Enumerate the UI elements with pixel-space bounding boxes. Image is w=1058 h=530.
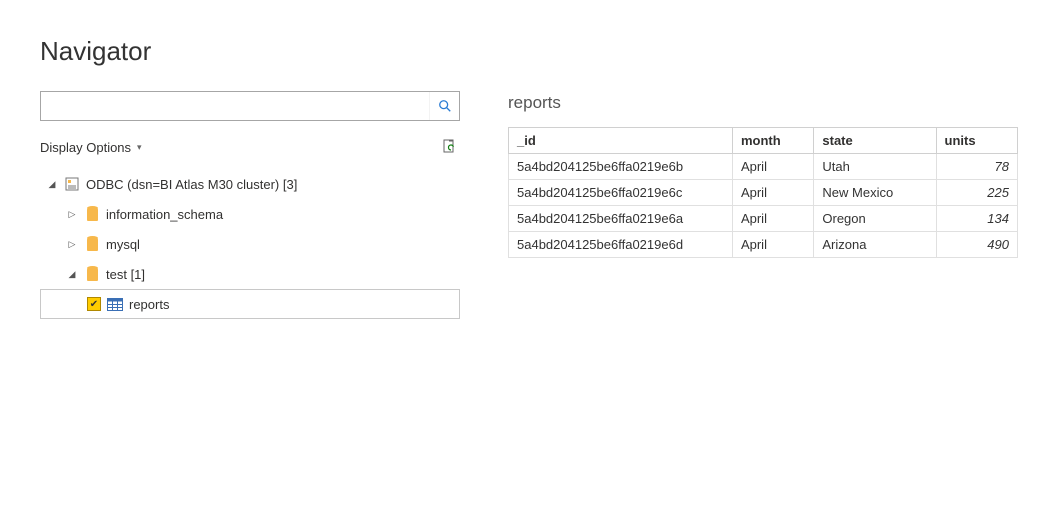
column-header-units[interactable]: units (936, 128, 1017, 154)
table-row[interactable]: 5a4bd204125be6ffa0219e6b April Utah 78 (509, 154, 1018, 180)
tree-label: information_schema (106, 207, 223, 222)
cell-units: 490 (936, 232, 1017, 258)
chevron-down-icon: ▾ (137, 142, 145, 153)
tree-label: mysql (106, 237, 140, 252)
display-options-label: Display Options (40, 140, 131, 155)
table-row[interactable]: 5a4bd204125be6ffa0219e6a April Oregon 13… (509, 206, 1018, 232)
cell-id: 5a4bd204125be6ffa0219e6a (509, 206, 733, 232)
tree-node-mysql[interactable]: ▷ mysql (40, 229, 460, 259)
tree-node-reports[interactable]: ✔ reports (40, 289, 460, 319)
cell-id: 5a4bd204125be6ffa0219e6b (509, 154, 733, 180)
navigator-panel: Display Options ▾ ◢ (40, 91, 460, 319)
schema-icon (84, 236, 100, 252)
refresh-button[interactable] (440, 137, 460, 157)
cell-state: Oregon (814, 206, 936, 232)
expander-icon[interactable]: ▷ (66, 209, 78, 220)
table-row[interactable]: 5a4bd204125be6ffa0219e6c April New Mexic… (509, 180, 1018, 206)
tree-label: reports (129, 297, 169, 312)
cell-units: 134 (936, 206, 1017, 232)
page-title: Navigator (40, 36, 1018, 67)
nav-tree: ◢ ODBC (dsn=BI Atlas M30 cluster) [3] ▷ (40, 169, 460, 319)
tree-label: test [1] (106, 267, 145, 282)
tree-node-test[interactable]: ◢ test [1] (40, 259, 460, 289)
search-box (40, 91, 460, 121)
column-header-id[interactable]: _id (509, 128, 733, 154)
checkbox[interactable]: ✔ (87, 297, 101, 311)
refresh-icon (442, 139, 458, 155)
table-icon (107, 296, 123, 312)
schema-icon (84, 206, 100, 222)
cell-units: 225 (936, 180, 1017, 206)
display-options-dropdown[interactable]: Display Options ▾ (40, 140, 145, 155)
cell-id: 5a4bd204125be6ffa0219e6c (509, 180, 733, 206)
cell-state: Arizona (814, 232, 936, 258)
table-row[interactable]: 5a4bd204125be6ffa0219e6d April Arizona 4… (509, 232, 1018, 258)
cell-units: 78 (936, 154, 1017, 180)
cell-state: New Mexico (814, 180, 936, 206)
schema-icon (84, 266, 100, 282)
cell-month: April (732, 180, 813, 206)
search-input[interactable] (41, 92, 429, 120)
cell-id: 5a4bd204125be6ffa0219e6d (509, 232, 733, 258)
cell-month: April (732, 154, 813, 180)
search-button[interactable] (429, 92, 459, 120)
column-header-state[interactable]: state (814, 128, 936, 154)
database-icon (64, 176, 80, 192)
tree-node-odbc-root[interactable]: ◢ ODBC (dsn=BI Atlas M30 cluster) [3] (40, 169, 460, 199)
expander-icon[interactable]: ◢ (66, 269, 78, 280)
cell-month: April (732, 232, 813, 258)
tree-node-information-schema[interactable]: ▷ information_schema (40, 199, 460, 229)
cell-state: Utah (814, 154, 936, 180)
expander-icon[interactable]: ▷ (66, 239, 78, 250)
search-icon (438, 99, 452, 113)
preview-title: reports (508, 93, 1018, 113)
tree-label: ODBC (dsn=BI Atlas M30 cluster) [3] (86, 177, 297, 192)
table-header-row: _id month state units (509, 128, 1018, 154)
preview-table: _id month state units 5a4bd204125be6ffa0… (508, 127, 1018, 258)
column-header-month[interactable]: month (732, 128, 813, 154)
preview-panel: reports _id month state units 5a4bd20412… (508, 91, 1018, 319)
cell-month: April (732, 206, 813, 232)
expander-icon[interactable]: ◢ (46, 179, 58, 190)
